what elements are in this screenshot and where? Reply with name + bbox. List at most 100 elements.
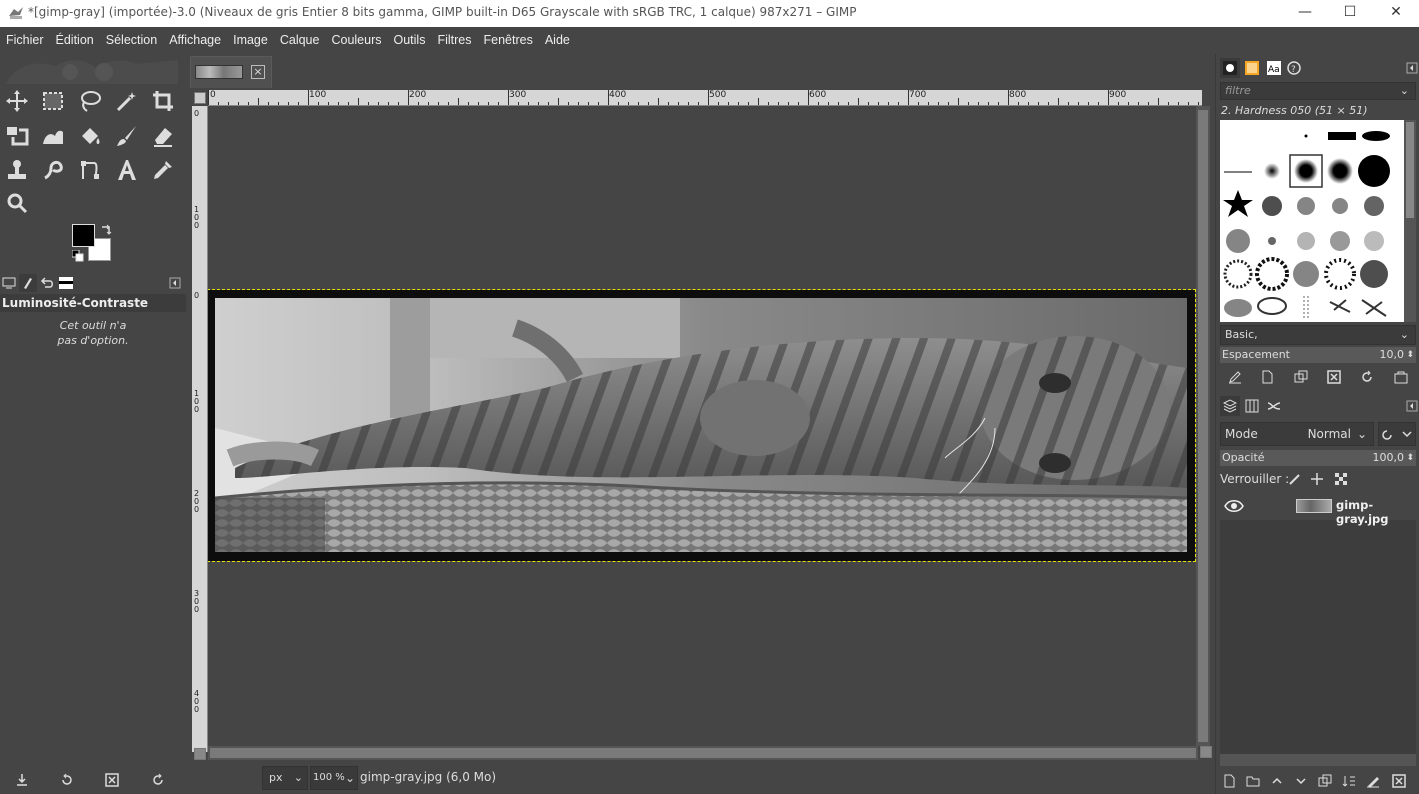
visibility-eye-icon[interactable] [1224,497,1244,515]
layer-scrollbar[interactable] [1220,754,1416,766]
tab-channels[interactable] [1242,396,1262,416]
menu-filtres[interactable]: Filtres [431,27,477,54]
new-brush-button[interactable] [1256,366,1278,388]
swap-colors-icon[interactable] [100,224,112,236]
vertical-scroll-thumb[interactable] [1198,110,1208,742]
tab-layers[interactable] [1220,396,1240,416]
menu-image[interactable]: Image [227,27,274,54]
new-layer-group-button[interactable] [1242,770,1264,792]
tab-fonts[interactable]: Aa [1264,58,1284,78]
duplicate-layer-button[interactable] [1314,770,1336,792]
menu-outils[interactable]: Outils [388,27,432,54]
image-tab[interactable]: × [190,56,272,88]
layer-row[interactable]: gimp-gray.jpg [1220,492,1416,526]
layer-name: gimp-gray.jpg [1336,498,1389,526]
tab-help[interactable]: ? [1284,58,1304,78]
tab-patterns[interactable] [1242,58,1262,78]
tool-rect-select[interactable] [38,86,68,116]
unit-select[interactable]: px ⌄ [262,766,308,790]
tool-smudge[interactable] [38,155,68,185]
tool-bucket-fill[interactable] [75,121,105,151]
menu-edition[interactable]: Édition [50,27,100,54]
tool-lasso[interactable] [75,86,105,116]
navigate-button[interactable] [1200,746,1212,758]
foreground-color[interactable] [72,224,95,247]
quick-mask-toggle[interactable] [194,748,206,760]
restore-options-button[interactable] [57,770,77,790]
lock-alpha-icon[interactable] [1334,472,1348,486]
zoom-select[interactable]: 100 % ⌄ [310,766,358,790]
layer-opacity-slider[interactable]: Opacité 100,0 ⬍ [1220,450,1416,466]
tool-transform[interactable] [2,121,32,151]
menu-couleurs[interactable]: Couleurs [325,27,387,54]
menu-selection[interactable]: Sélection [100,27,163,54]
vruler-label-top0: 0 [194,109,200,118]
close-tab-icon[interactable]: × [251,65,265,79]
tool-paths[interactable] [75,155,105,185]
default-colors-icon[interactable] [72,250,84,262]
menu-affichage[interactable]: Affichage [163,27,227,54]
brush-tag-select[interactable]: Basic, ⌄ [1220,325,1416,345]
tool-clone[interactable] [2,155,32,185]
menu-fenetres[interactable]: Fenêtres [477,27,538,54]
tool-move[interactable] [2,86,32,116]
tab-undo-history[interactable] [38,274,56,292]
tool-eraser[interactable] [148,121,178,151]
menu-aide[interactable]: Aide [539,27,576,54]
tab-device-status[interactable] [19,274,37,292]
brush-filter-input[interactable]: filtre ⌄ [1220,82,1416,100]
chevron-down-icon: ⌄ [344,771,355,785]
layer-dock-menu[interactable] [1402,396,1419,416]
dock-menu-button[interactable] [166,274,184,292]
spin-icon[interactable]: ⬍ [1406,450,1414,466]
undo-history-icon [40,277,53,288]
lock-pixels-icon[interactable] [1288,472,1302,486]
reset-options-button[interactable] [148,770,168,790]
new-layer-button[interactable] [1218,770,1240,792]
tab-tool-options[interactable] [0,274,18,292]
lock-position-icon[interactable] [1310,472,1324,486]
refresh-brushes-button[interactable] [1356,366,1378,388]
edit-brush-button[interactable] [1224,366,1246,388]
delete-options-button[interactable] [102,770,122,790]
horizontal-scrollbar[interactable] [208,746,1198,760]
opacity-label: Opacité [1222,451,1265,464]
tool-fuzzy-select[interactable] [112,86,142,116]
open-brush-as-image-button[interactable] [1390,366,1412,388]
tool-paintbrush[interactable] [112,121,142,151]
brush-scrollbar[interactable] [1404,120,1416,322]
close-button[interactable]: ✕ [1373,0,1419,27]
tool-warp[interactable] [38,121,68,151]
vruler-label-200: 2 0 0 [194,489,200,514]
image-canvas[interactable] [208,106,1196,752]
menu-calque[interactable]: Calque [274,27,326,54]
layer-composite-select[interactable] [1378,422,1416,446]
tool-crop[interactable] [148,86,178,116]
brush-dock-menu[interactable] [1402,58,1419,78]
tab-images[interactable] [57,274,75,292]
menu-fichier[interactable]: Fichier [0,27,50,54]
merge-layer-button[interactable] [1338,770,1360,792]
tool-zoom[interactable] [2,188,32,218]
lower-layer-button[interactable] [1290,770,1312,792]
layer-mode-select[interactable]: Mode Normal ⌄ [1220,422,1374,446]
save-options-button[interactable] [12,770,32,790]
tool-color-picker[interactable] [148,155,178,185]
brush-spacing-slider[interactable]: Espacement 10,0 ⬍ [1220,347,1416,363]
delete-brush-button[interactable] [1323,366,1345,388]
maximize-button[interactable]: ☐ [1327,0,1373,27]
tool-text[interactable] [112,155,142,185]
raise-layer-button[interactable] [1266,770,1288,792]
tab-paths[interactable] [1264,396,1284,416]
brush-scroll-thumb[interactable] [1406,122,1414,218]
vertical-scrollbar[interactable] [1196,106,1210,746]
anchor-layer-button[interactable] [1362,770,1384,792]
minimize-button[interactable]: — [1282,0,1328,27]
tab-brushes[interactable] [1220,58,1240,78]
duplicate-brush-button[interactable] [1290,366,1312,388]
ruler-menu-button[interactable] [194,92,206,104]
spin-icon[interactable]: ⬍ [1406,347,1414,363]
horizontal-scroll-thumb[interactable] [210,748,1196,758]
brush-grid[interactable] [1220,120,1404,322]
delete-layer-button[interactable] [1388,770,1410,792]
